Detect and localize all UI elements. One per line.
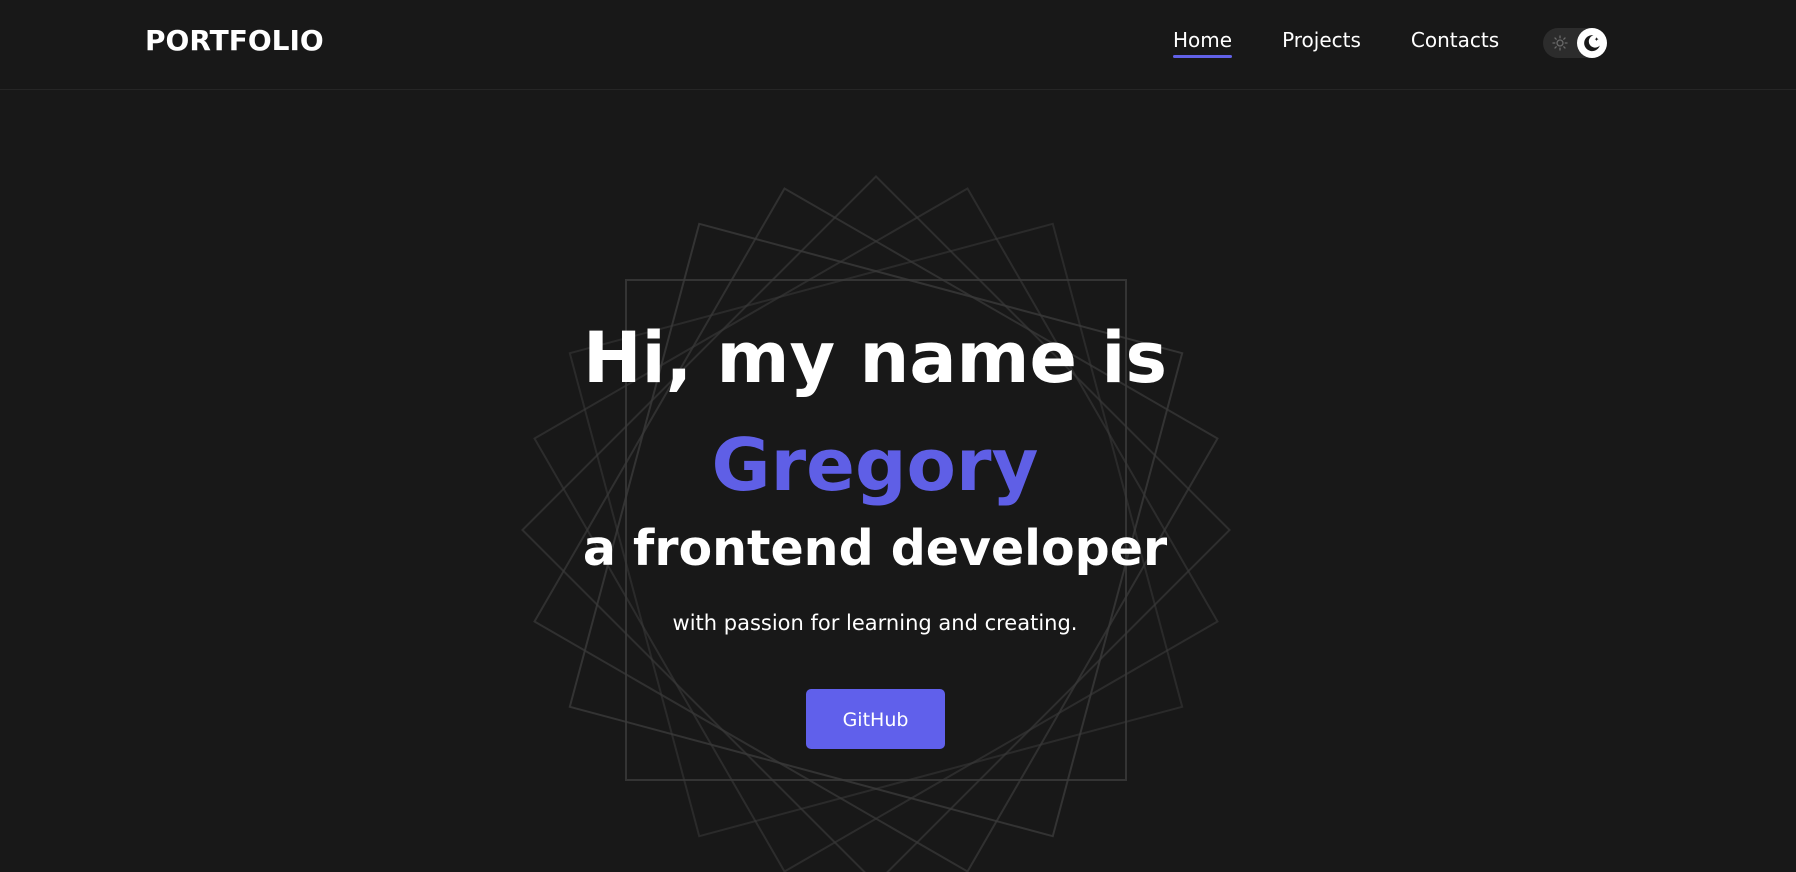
sun-icon <box>1552 35 1568 51</box>
nav-link-contacts[interactable]: Contacts <box>1411 28 1499 58</box>
theme-toggle[interactable] <box>1543 28 1607 58</box>
github-button[interactable]: GitHub <box>806 689 945 749</box>
logo[interactable]: PORTFOLIO <box>145 24 324 57</box>
site-header: PORTFOLIO Home Projects Contacts <box>0 0 1796 90</box>
moon-icon <box>1584 35 1600 52</box>
main-nav: Home Projects Contacts <box>1173 28 1549 58</box>
nav-link-projects[interactable]: Projects <box>1282 28 1361 58</box>
toggle-knob[interactable] <box>1577 28 1607 58</box>
nav-link-home[interactable]: Home <box>1173 28 1233 58</box>
hero-tagline: with passion for learning and creating. <box>672 611 1078 635</box>
hero-role: a frontend developer <box>582 520 1168 577</box>
hero-name: Gregory <box>711 423 1039 507</box>
hero-greeting: Hi, my name is <box>583 317 1167 399</box>
